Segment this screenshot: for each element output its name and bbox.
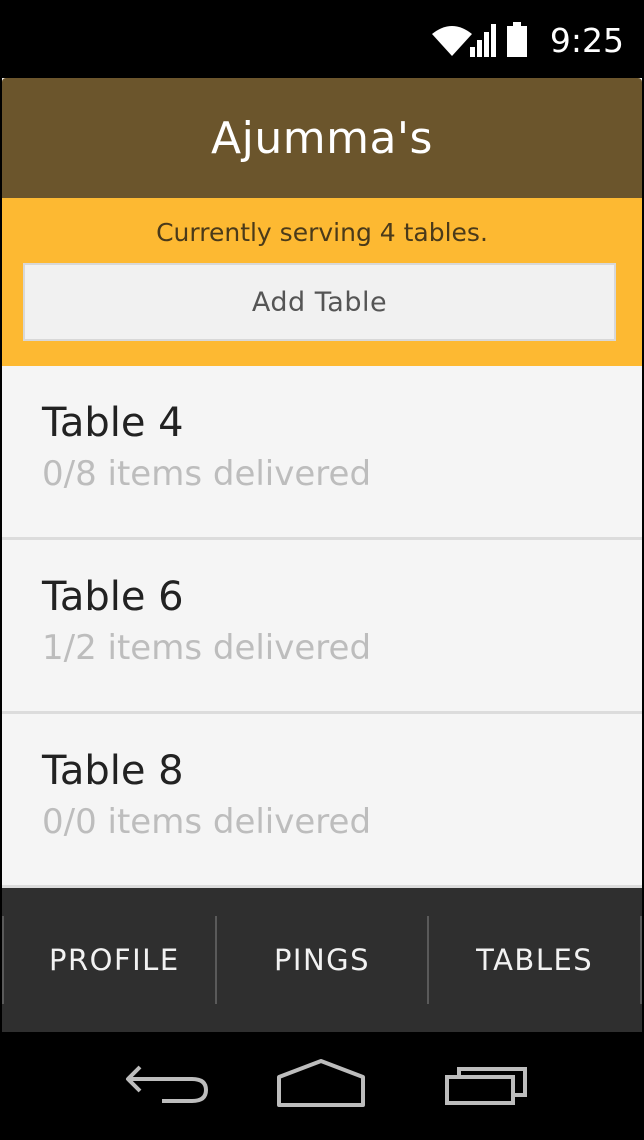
tab-label: TABLES	[476, 943, 594, 977]
status-clock: 9:25	[549, 20, 624, 60]
bottom-tab-bar: PROFILE PINGS TABLES	[2, 888, 643, 1032]
table-row[interactable]: Table 4 0/8 items delivered	[2, 366, 642, 540]
add-table-button[interactable]: Add Table	[23, 263, 616, 341]
status-icons: 9:25	[430, 18, 624, 62]
app-header: Ajumma's	[2, 78, 642, 198]
tab-pings[interactable]: PINGS	[217, 888, 428, 1032]
table-delivery-status: 0/8 items delivered	[42, 454, 372, 494]
tab-label: PINGS	[273, 943, 371, 977]
tab-tables[interactable]: TABLES	[429, 888, 640, 1032]
phone-screen: 9:25 Ajumma's Currently serving 4 tables…	[0, 0, 644, 1140]
serving-status-text: Currently serving 4 tables.	[156, 218, 488, 247]
system-nav-bar	[0, 1032, 644, 1140]
table-list: Table 4 0/8 items delivered Table 6 1/2 …	[2, 366, 642, 888]
page-title: Ajumma's	[211, 112, 433, 164]
home-icon[interactable]	[266, 1052, 376, 1116]
table-name: Table 6	[42, 574, 184, 620]
serving-panel: Currently serving 4 tables. Add Table	[2, 198, 642, 366]
battery-icon	[506, 22, 528, 58]
signal-icon	[468, 23, 500, 57]
tab-profile[interactable]: PROFILE	[4, 888, 215, 1032]
table-name: Table 8	[42, 748, 184, 794]
status-bar: 9:25	[0, 0, 644, 78]
table-row[interactable]: Table 6 1/2 items delivered	[2, 540, 642, 714]
back-icon[interactable]	[112, 1052, 222, 1116]
table-row[interactable]: Table 8 0/0 items delivered	[2, 714, 642, 888]
table-delivery-status: 0/0 items delivered	[42, 802, 372, 842]
table-name: Table 4	[42, 400, 184, 446]
tab-label: PROFILE	[48, 943, 180, 977]
table-delivery-status: 1/2 items delivered	[42, 628, 372, 668]
recents-icon[interactable]	[430, 1052, 540, 1116]
tab-divider	[640, 916, 643, 1004]
